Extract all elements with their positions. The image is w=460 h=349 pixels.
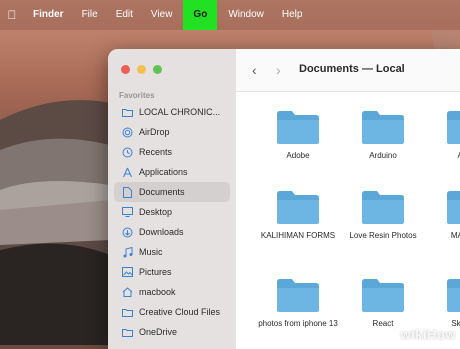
menu-bar:  Finder File Edit View Go Window Help: [0, 0, 460, 30]
folder-icon: [447, 279, 460, 312]
folder-icon: [122, 327, 133, 338]
document-icon: [122, 186, 133, 198]
clock-icon: [122, 147, 133, 158]
menu-window[interactable]: Window: [219, 0, 273, 30]
zoom-button[interactable]: [153, 65, 162, 74]
window-title: Documents — Local: [299, 63, 405, 75]
forward-button[interactable]: ›: [276, 62, 281, 78]
sidebar-item-onedrive[interactable]: OneDrive: [114, 322, 230, 342]
sidebar-item-label: Desktop: [139, 207, 173, 217]
close-button[interactable]: [121, 65, 130, 74]
folder-icon: [362, 279, 404, 312]
minimize-button[interactable]: [137, 65, 146, 74]
sidebar-item-creative-cloud[interactable]: Creative Cloud Files: [114, 302, 230, 322]
sidebar-item-macbook[interactable]: macbook: [114, 282, 230, 302]
window-controls: [121, 65, 162, 74]
folder-label: photos from iphone 13: [258, 319, 338, 328]
menu-file[interactable]: File: [73, 0, 107, 30]
folder-item[interactable]: MACScre: [426, 188, 460, 241]
sidebar-item-music[interactable]: Music: [114, 242, 230, 262]
sidebar-item-label: Pictures: [139, 267, 172, 277]
folder-item[interactable]: Arduino: [341, 108, 425, 161]
folder-item[interactable]: Autod: [426, 108, 460, 161]
download-icon: [122, 227, 133, 238]
sidebar-item-label: Music: [139, 247, 163, 257]
apple-icon[interactable]: : [0, 8, 24, 22]
folder-icon: [277, 111, 319, 144]
folder-label: Love Resin Photos: [349, 231, 417, 240]
menu-finder[interactable]: Finder: [24, 0, 73, 30]
sidebar-item-local-chronic[interactable]: LOCAL CHRONIC...: [114, 102, 230, 122]
music-icon: [122, 246, 133, 258]
back-button[interactable]: ‹: [252, 62, 257, 78]
desktop-icon: [122, 207, 133, 218]
folder-icon: [122, 307, 133, 318]
toolbar: ‹ › Documents — Local: [236, 49, 460, 92]
sidebar-item-airdrop[interactable]: AirDrop: [114, 122, 230, 142]
sidebar-item-label: Documents: [139, 187, 185, 197]
sidebar-item-label: Creative Cloud Files: [139, 307, 221, 317]
folder-label: Arduino: [369, 151, 397, 160]
folder-label: Autod: [426, 150, 460, 161]
sidebar-item-label: macbook: [139, 287, 176, 297]
sidebar-item-label: Applications: [139, 167, 188, 177]
wikihow-watermark: wikiHow: [400, 327, 456, 342]
favorites-heading: Favorites: [119, 91, 155, 100]
folder-label: MACScre: [450, 231, 460, 240]
sidebar: Favorites LOCAL CHRONIC... AirDrop Recen…: [108, 49, 237, 349]
menu-view[interactable]: View: [142, 0, 182, 30]
folder-icon: [277, 191, 319, 224]
folder-item[interactable]: photos from iphone 13: [256, 276, 340, 329]
folder-item[interactable]: KALIHIMAN FORMS: [256, 188, 340, 241]
sidebar-item-label: Recents: [139, 147, 173, 157]
folder-icon: [277, 279, 319, 312]
sidebar-item-label: LOCAL CHRONIC...: [139, 107, 221, 117]
applications-icon: [122, 167, 133, 178]
finder-window: Favorites LOCAL CHRONIC... AirDrop Recen…: [108, 49, 460, 349]
sidebar-item-recents[interactable]: Recents: [114, 142, 230, 162]
sidebar-item-label: OneDrive: [139, 327, 178, 337]
menu-help[interactable]: Help: [273, 0, 312, 30]
menu-go[interactable]: Go: [183, 0, 218, 30]
sidebar-item-documents[interactable]: Documents: [114, 182, 230, 202]
folder-label: KALIHIMAN FORMS: [260, 231, 336, 240]
folder-item[interactable]: Adobe: [256, 108, 340, 161]
sidebar-item-label: AirDrop: [139, 127, 170, 137]
sidebar-item-downloads[interactable]: Downloads: [114, 222, 230, 242]
folder-icon: [447, 191, 460, 224]
folder-icon: [362, 111, 404, 144]
folder-icon: [122, 107, 133, 118]
menu-edit[interactable]: Edit: [107, 0, 142, 30]
pictures-icon: [122, 267, 133, 278]
sidebar-item-applications[interactable]: Applications: [114, 162, 230, 182]
folder-icon: [362, 191, 404, 224]
folder-item[interactable]: React: [341, 276, 425, 329]
sidebar-list: LOCAL CHRONIC... AirDrop Recents Applica…: [108, 102, 236, 342]
airdrop-icon: [122, 127, 133, 138]
folder-item[interactable]: Sketchbo: [426, 276, 460, 329]
folder-label: Adobe: [286, 151, 310, 160]
folder-grid: Adobe Arduino Autod KALIHIMAN FORMS Love…: [236, 92, 460, 349]
folder-item[interactable]: Love Resin Photos: [341, 188, 425, 241]
home-icon: [122, 287, 133, 298]
folder-icon: [447, 111, 460, 144]
sidebar-item-pictures[interactable]: Pictures: [114, 262, 230, 282]
sidebar-item-desktop[interactable]: Desktop: [114, 202, 230, 222]
sidebar-item-label: Downloads: [139, 227, 184, 237]
